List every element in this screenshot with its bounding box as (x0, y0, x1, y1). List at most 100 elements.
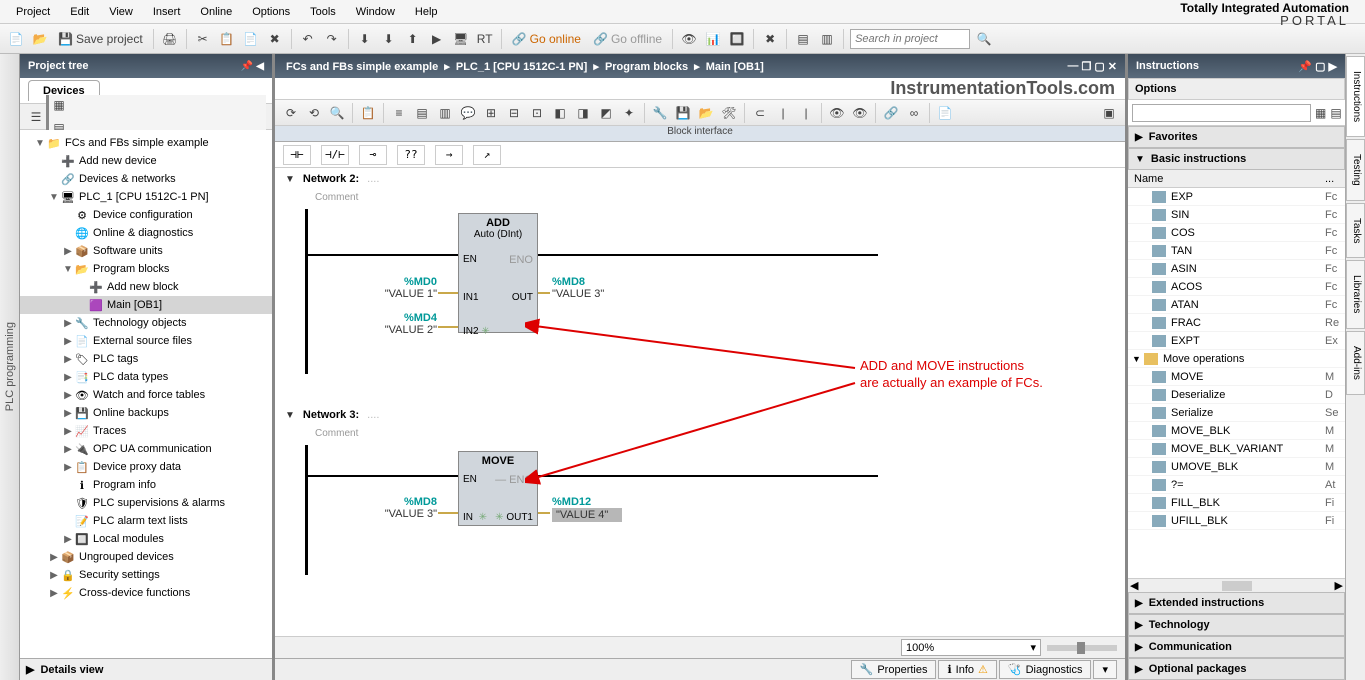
rvtab-addins[interactable]: Add-ins (1346, 331, 1365, 395)
etb-13[interactable]: ◨ (573, 103, 593, 123)
etb-16[interactable]: 🔧 (650, 103, 670, 123)
options-header[interactable]: Options (1128, 78, 1345, 100)
menu-insert[interactable]: Insert (143, 2, 191, 22)
instruction-row[interactable]: ATANFc (1128, 296, 1345, 314)
tree-node[interactable]: 🛡PLC supervisions & alarms (20, 494, 272, 512)
go-online-button[interactable]: 🔗 Go online (508, 29, 585, 49)
extended-section[interactable]: ▶Extended instructions (1128, 592, 1345, 614)
etb-22[interactable]: | (796, 103, 816, 123)
menu-view[interactable]: View (99, 2, 143, 22)
etb-7[interactable]: ▥ (435, 103, 455, 123)
instruction-row[interactable]: ?=At (1128, 476, 1345, 494)
palette-branch-close[interactable]: ↗ (473, 145, 501, 165)
menu-project[interactable]: Project (6, 2, 60, 22)
tree-node[interactable]: ▶📑PLC data types (20, 368, 272, 386)
instruction-row[interactable]: UFILL_BLKFi (1128, 512, 1345, 530)
instruction-row[interactable]: ACOSFc (1128, 278, 1345, 296)
tree-node[interactable]: ℹProgram info (20, 476, 272, 494)
etb-10[interactable]: ⊟ (504, 103, 524, 123)
menu-tools[interactable]: Tools (300, 2, 346, 22)
etb-26[interactable]: ∞ (904, 103, 924, 123)
instr-scrollbar[interactable]: ◀▶ (1128, 578, 1345, 592)
add-block[interactable]: ADD Auto (DInt) EN ENO IN1 IN2 ✳ OUT (458, 213, 538, 333)
etb-expand-icon[interactable]: ▣ (1099, 103, 1119, 123)
etb-14[interactable]: ◩ (596, 103, 616, 123)
tree-node[interactable]: ⚙Device configuration (20, 206, 272, 224)
instruction-row[interactable]: MOVE_BLKM (1128, 422, 1345, 440)
monitor-icon[interactable]: 👁 (679, 29, 699, 49)
delete-icon[interactable]: ✖ (265, 29, 285, 49)
instruction-row[interactable]: SerializeSe (1128, 404, 1345, 422)
menu-edit[interactable]: Edit (60, 2, 99, 22)
instruction-row[interactable]: ASINFc (1128, 260, 1345, 278)
etb-8[interactable]: 💬 (458, 103, 478, 123)
block-interface-bar[interactable]: Block interface (275, 126, 1125, 142)
instruction-row[interactable]: MOVEM (1128, 368, 1345, 386)
etb-2[interactable]: ⟲ (304, 103, 324, 123)
instruction-row[interactable]: COSFc (1128, 224, 1345, 242)
properties-tab[interactable]: 🔧Properties (851, 660, 937, 679)
float-icon[interactable]: ▢ (1315, 61, 1325, 73)
in2-signal[interactable]: %MD4 "VALUE 2" (377, 312, 437, 336)
collapse-icon[interactable]: ▼ (285, 410, 295, 421)
tree-node[interactable]: 🟪Main [OB1] (20, 296, 272, 314)
save-button[interactable]: 💾 Save project (54, 29, 147, 49)
instruction-search-input[interactable] (1132, 104, 1311, 122)
etb-6[interactable]: ▤ (412, 103, 432, 123)
split-h-icon[interactable]: ▤ (793, 29, 813, 49)
redo-icon[interactable]: ↷ (322, 29, 342, 49)
pin-icon[interactable]: 📌 (1298, 61, 1312, 73)
opt-view1-icon[interactable]: ▦ (1315, 103, 1326, 123)
tree-node[interactable]: ▶📈Traces (20, 422, 272, 440)
tree-node[interactable]: ▶📦Software units (20, 242, 272, 260)
instruction-row[interactable]: SINFc (1128, 206, 1345, 224)
tree-node[interactable]: ▶📄External source files (20, 332, 272, 350)
instruction-row[interactable]: DeserializeD (1128, 386, 1345, 404)
communication-section[interactable]: ▶Communication (1128, 636, 1345, 658)
tree-node[interactable]: ➕Add new block (20, 278, 272, 296)
restore-icon[interactable]: ❐ (1082, 60, 1092, 73)
copy-icon[interactable]: 📋 (217, 29, 237, 49)
etb-5[interactable]: ≡ (389, 103, 409, 123)
instruction-row[interactable]: EXPTEx (1128, 332, 1345, 350)
palette-no-contact[interactable]: ⊣⊢ (283, 145, 311, 165)
tree-node[interactable]: ▶🏷PLC tags (20, 350, 272, 368)
etb-21[interactable]: | (773, 103, 793, 123)
tree-node[interactable]: ▶💾Online backups (20, 404, 272, 422)
tree-node[interactable]: ▶🔧Technology objects (20, 314, 272, 332)
tree-node[interactable]: ▶⚡Cross-device functions (20, 584, 272, 602)
tree-node[interactable]: ▶📋Device proxy data (20, 458, 272, 476)
trace-icon[interactable]: 📊 (703, 29, 723, 49)
ladder-canvas[interactable]: ▼ Network 2: .... Comment ADD Auto (DInt… (275, 168, 1125, 636)
crumb-0[interactable]: FCs and FBs simple example (286, 61, 438, 73)
palette-coil[interactable]: ⊸ (359, 145, 387, 165)
etb-27[interactable]: 📄 (935, 103, 955, 123)
rvtab-libraries[interactable]: Libraries (1346, 260, 1365, 328)
palette-box[interactable]: ?? (397, 145, 425, 165)
palette-nc-contact[interactable]: ⊣/⊢ (321, 145, 349, 165)
print-icon[interactable]: 🖨 (160, 29, 180, 49)
project-tree[interactable]: ▼📁FCs and FBs simple example➕Add new dev… (20, 130, 272, 658)
basic-section[interactable]: ▼Basic instructions (1128, 148, 1345, 170)
rvtab-tasks[interactable]: Tasks (1346, 203, 1365, 259)
etb-20[interactable]: ⊂ (750, 103, 770, 123)
close-icon[interactable]: ✕ (1108, 60, 1117, 73)
favorites-section[interactable]: ▶Favorites (1128, 126, 1345, 148)
network-comment[interactable]: Comment (275, 190, 1125, 209)
split-v-icon[interactable]: ▥ (817, 29, 837, 49)
crumb-3[interactable]: Main [OB1] (706, 61, 764, 73)
tree-node[interactable]: ▼📁FCs and FBs simple example (20, 134, 272, 152)
rt-icon[interactable]: RT (475, 29, 495, 49)
tree-node[interactable]: ▼📂Program blocks (20, 260, 272, 278)
minimize-icon[interactable]: — (1068, 60, 1079, 73)
etb-18[interactable]: 📂 (696, 103, 716, 123)
menu-options[interactable]: Options (242, 2, 300, 22)
collapse-tab[interactable]: ▾ (1093, 660, 1117, 679)
tree-view1-icon[interactable]: ▦ (49, 95, 69, 115)
rvtab-testing[interactable]: Testing (1346, 139, 1365, 201)
network-comment[interactable]: Comment (275, 426, 1125, 445)
menu-window[interactable]: Window (346, 2, 405, 22)
collapse-icon[interactable]: ▼ (285, 174, 295, 185)
instruction-row[interactable]: MOVE_BLK_VARIANTM (1128, 440, 1345, 458)
technology-section[interactable]: ▶Technology (1128, 614, 1345, 636)
